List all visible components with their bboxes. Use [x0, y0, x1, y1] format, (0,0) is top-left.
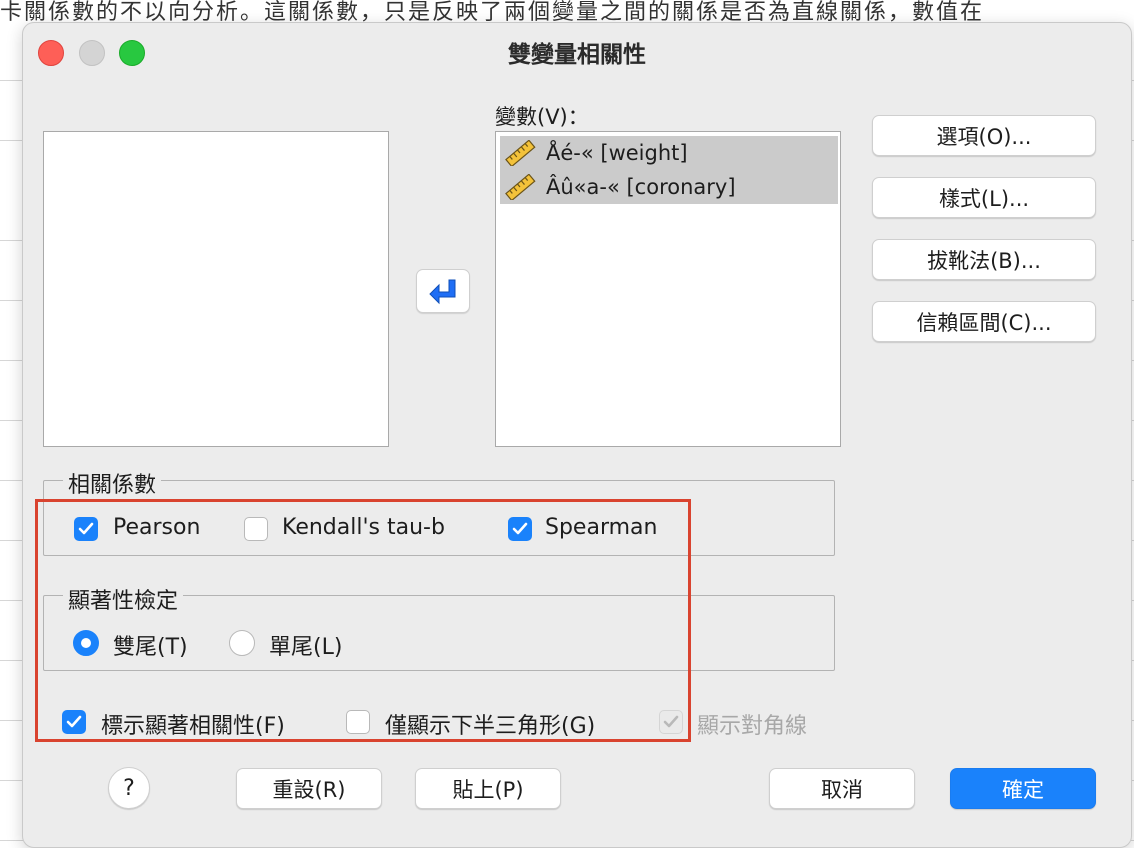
options-button[interactable]: 選項(O)... [872, 115, 1096, 156]
target-variable-list[interactable]: Åé-« [weight] Âû«a-« [coronary] [495, 131, 841, 447]
paste-button[interactable]: 貼上(P) [415, 768, 561, 809]
variable-item-coronary[interactable]: Âû«a-« [coronary] [500, 170, 838, 204]
ruler-icon [500, 138, 540, 168]
source-variable-list[interactable] [43, 131, 389, 447]
bootstrap-button[interactable]: 拔靴法(B)... [872, 239, 1096, 280]
show-diagonal-label: 顯示對角線 [697, 714, 808, 739]
correlation-coefficients-title: 相關係數 [63, 467, 162, 499]
ruler-icon [500, 172, 540, 202]
variable-label: Âû«a-« [coronary] [546, 175, 736, 199]
ok-button[interactable]: 確定 [950, 768, 1096, 809]
reset-button[interactable]: 重設(R) [236, 768, 382, 809]
variable-label: Åé-« [weight] [546, 141, 688, 165]
style-button[interactable]: 樣式(L)... [872, 177, 1096, 218]
highlight-annotation-box [35, 499, 691, 742]
dialog-title: 雙變量相關性 [508, 42, 646, 68]
cancel-button[interactable]: 取消 [769, 768, 915, 809]
variables-label: 變數(V)： [495, 105, 589, 129]
confidence-interval-button[interactable]: 信賴區間(C)... [872, 301, 1096, 342]
move-variable-button[interactable] [416, 269, 470, 313]
bivariate-correlations-dialog: 雙變量相關性 變數(V)： Åé-« [weight] Âû«a-« [coro… [22, 22, 1132, 848]
help-button[interactable]: ? [108, 767, 150, 809]
variable-item-weight[interactable]: Åé-« [weight] [500, 136, 838, 170]
arrow-left-icon [429, 279, 456, 305]
